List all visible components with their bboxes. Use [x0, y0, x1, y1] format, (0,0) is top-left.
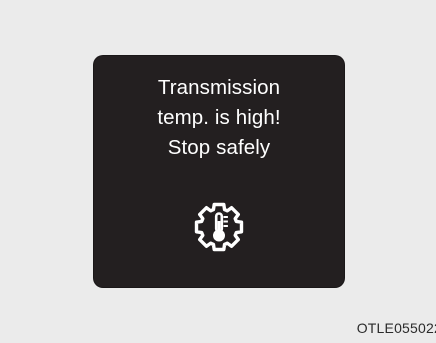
warning-line-1: Transmission [157, 76, 281, 99]
figure-code: OTLE055022 [356, 320, 436, 336]
transmission-temperature-icon [194, 202, 244, 252]
warning-message-display: Transmission temp. is high! Stop safely [94, 56, 344, 287]
warning-line-2: temp. is high! [157, 106, 281, 129]
warning-line-3: Stop safely [167, 136, 271, 159]
warning-message: Transmission temp. is high! Stop safely [94, 73, 344, 163]
illustration-frame: Transmission temp. is high! Stop safely … [0, 0, 436, 343]
